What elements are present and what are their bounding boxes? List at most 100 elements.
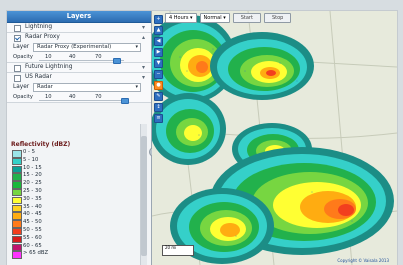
us-radar-opacity-row: Opacity 10 40 70 — [7, 92, 151, 104]
legend-label: 55 - 60 — [23, 234, 42, 241]
layer-future-lightning: Future Lightning ▾ — [7, 63, 151, 73]
layer-select-label: Layer — [13, 84, 30, 90]
legend-item: 5 - 10 — [7, 156, 151, 166]
arrow-right-icon[interactable]: ▶ — [154, 48, 163, 57]
layer-label-radar-proxy: Radar Proxy — [25, 34, 60, 40]
opacity-slider-track[interactable] — [39, 60, 124, 61]
app-window: Layers Lightning ▾ Radar Proxy ▴ Layer R… — [7, 11, 397, 265]
legend-label: 40 - 45 — [23, 211, 42, 218]
legend-item: 30 - 35 — [7, 195, 151, 205]
pencil-icon[interactable]: ✎ — [154, 92, 163, 101]
opacity-slider-track[interactable] — [39, 100, 124, 101]
legend-label: 45 - 50 — [23, 219, 42, 226]
legend-label: 10 - 15 — [23, 164, 42, 171]
layer-label-us-radar: US Radar — [25, 74, 52, 80]
legend-item: 10 - 15 — [7, 164, 151, 174]
chevron-up-icon[interactable]: ▴ — [142, 33, 145, 42]
arrow-down-icon[interactable]: ▼ — [154, 59, 163, 68]
map-toolbar: + ▲ ◀ ▶ ▼ − ● ✎ ↕ ≡ — [154, 15, 163, 125]
scale-label: 20 mi — [165, 245, 177, 250]
time-window-select[interactable]: 4 Hours ▾ — [165, 13, 197, 23]
layer-us-radar: US Radar ▾ Layer Radar ▾ Opacity 10 40 7… — [7, 73, 151, 104]
map-copyright: Copyright © Vaisala 2013 — [337, 258, 389, 263]
radar-echo-north-center — [210, 32, 314, 100]
legend-label: 60 - 65 — [23, 242, 42, 249]
radar-proxy-checkbox[interactable] — [14, 35, 21, 42]
radar-proxy-layer-select[interactable]: Radar Proxy (Experimental) ▾ — [33, 43, 141, 52]
us-radar-layer-value: Radar — [37, 84, 53, 90]
minus-icon[interactable]: − — [154, 70, 163, 79]
layer-row-radar-proxy[interactable]: Radar Proxy ▴ — [7, 33, 151, 42]
radar-map-overlay — [152, 11, 397, 265]
legend-title: Reflectivity (dBZ) — [11, 141, 71, 148]
speed-select[interactable]: Normal ▾ — [199, 13, 230, 23]
legend-item: 35 - 40 — [7, 203, 151, 213]
opacity-slider-thumb[interactable] — [121, 98, 129, 104]
chevron-down-icon[interactable]: ▾ — [142, 23, 145, 32]
legend-item: 45 - 50 — [7, 219, 151, 228]
map-playback-controls: 4 Hours ▾ Normal ▾ Start Stop — [165, 13, 292, 23]
legend-item: 0 - 5 — [7, 149, 151, 158]
speed-value: Normal — [203, 15, 222, 21]
us-radar-layer-select[interactable]: Radar ▾ — [33, 83, 141, 92]
legend-item: 60 - 65 — [7, 242, 151, 252]
layers-panel: Layers Lightning ▾ Radar Proxy ▴ Layer R… — [7, 11, 152, 265]
legend-label: > 65 dBZ — [23, 250, 49, 257]
legend-label: 20 - 25 — [23, 180, 42, 187]
lightning-checkbox[interactable] — [14, 25, 21, 32]
chevron-down-icon[interactable]: ▾ — [142, 73, 145, 82]
layer-lightning: Lightning ▾ — [7, 23, 151, 33]
dropdown-arrow-icon: ▾ — [135, 44, 138, 50]
legend-item: 55 - 60 — [7, 234, 151, 244]
pegman-icon[interactable]: ● — [154, 81, 163, 90]
layers-icon[interactable]: ≡ — [154, 114, 163, 123]
radar-echo-west-band — [152, 93, 226, 165]
legend-swatch — [12, 251, 22, 259]
radar-proxy-opacity-row: Opacity 10 40 70 — [7, 52, 151, 64]
start-button[interactable]: Start — [232, 13, 261, 23]
legend-label: 35 - 40 — [23, 203, 42, 210]
radar-proxy-layer-value: Radar Proxy (Experimental) — [37, 44, 112, 50]
opacity-label: Opacity — [13, 54, 33, 60]
map-view[interactable]: 4 Hours ▾ Normal ▾ Start Stop + ▲ ◀ ▶ ▼ … — [152, 11, 397, 265]
arrow-left-icon[interactable]: ◀ — [154, 37, 163, 46]
future-lightning-checkbox[interactable] — [14, 65, 21, 72]
reflectivity-legend: Reflectivity (dBZ) 0 - 55 - 10 10 - 15 15 … — [7, 140, 151, 259]
map-scale: 20 mi — [162, 245, 194, 256]
legend-item: 25 - 30 — [7, 187, 151, 197]
radar-proxy-layer-row: Layer Radar Proxy (Experimental) ▾ — [7, 42, 151, 52]
time-window-value: 4 Hours — [169, 15, 189, 21]
legend-item: 40 - 45 — [7, 211, 151, 220]
us-radar-checkbox[interactable] — [14, 75, 21, 82]
legend-item: 20 - 25 — [7, 180, 151, 189]
layer-row-future-lightning[interactable]: Future Lightning ▾ — [7, 63, 151, 72]
legend-item: 15 - 20 — [7, 172, 151, 181]
legend-label: 0 - 5 — [23, 149, 36, 155]
stop-button[interactable]: Stop — [263, 13, 292, 23]
legend-label: 25 - 30 — [23, 187, 42, 194]
legend-label: 15 - 20 — [23, 172, 42, 179]
arrow-up-icon[interactable]: ▲ — [154, 26, 163, 35]
layers-scrollbar[interactable] — [140, 124, 147, 265]
layer-row-us-radar[interactable]: US Radar ▾ — [7, 73, 151, 82]
layer-radar-proxy: Radar Proxy ▴ Layer Radar Proxy (Experim… — [7, 33, 151, 64]
legend-label: 5 - 10 — [23, 156, 39, 163]
scrollbar-thumb[interactable] — [141, 136, 147, 256]
dropdown-arrow-icon: ▾ — [135, 84, 138, 90]
layer-select-label: Layer — [13, 44, 30, 50]
layer-label-lightning: Lightning — [25, 24, 53, 30]
legend-items: 0 - 55 - 10 10 - 15 15 - 20 20 - 25 25 - 30 3… — [7, 149, 151, 259]
layers-panel-title: Layers — [7, 11, 151, 23]
screenshot-frame: Layers Lightning ▾ Radar Proxy ▴ Layer R… — [0, 0, 403, 265]
legend-label: 50 - 55 — [23, 226, 42, 233]
layer-label-future-lightning: Future Lightning — [25, 64, 73, 70]
layer-row-lightning[interactable]: Lightning ▾ — [7, 23, 151, 32]
ruler-icon[interactable]: ↕ — [154, 103, 163, 112]
legend-item: > 65 dBZ — [7, 250, 151, 259]
us-radar-layer-row: Layer Radar ▾ — [7, 82, 151, 92]
opacity-label: Opacity — [13, 94, 33, 100]
legend-item: 50 - 55 — [7, 226, 151, 236]
chevron-down-icon[interactable]: ▾ — [142, 63, 145, 72]
legend-label: 30 - 35 — [23, 195, 42, 202]
plus-icon[interactable]: + — [154, 15, 163, 24]
